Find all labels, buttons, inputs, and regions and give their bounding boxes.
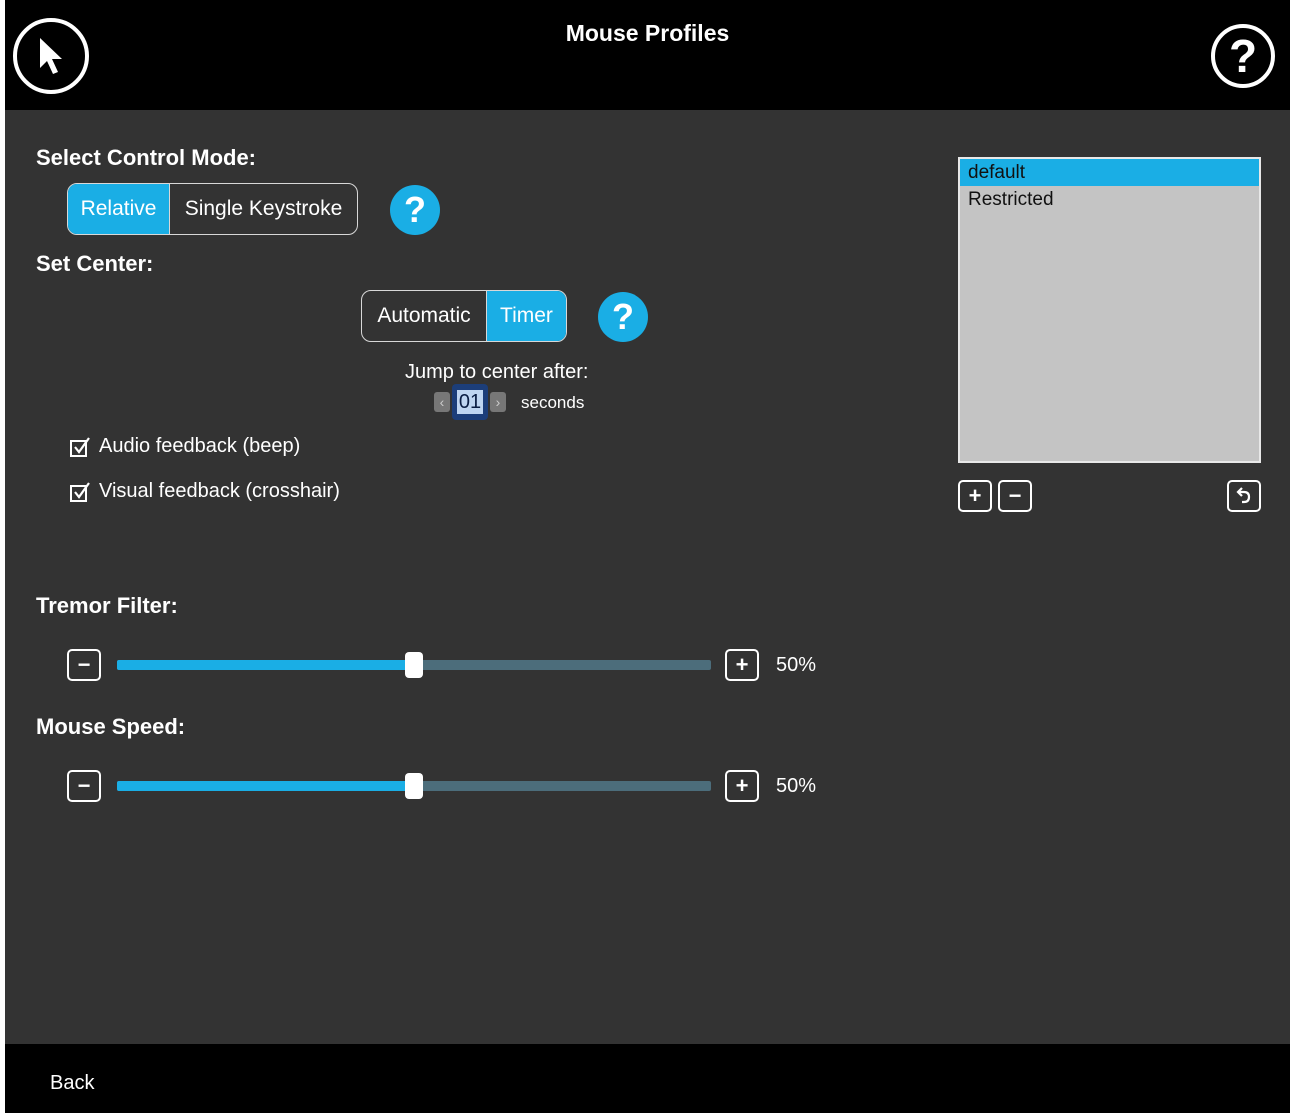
tremor-increase-button[interactable]: + (725, 649, 759, 681)
speed-increase-button[interactable]: + (725, 770, 759, 802)
profile-list[interactable]: default Restricted (958, 157, 1261, 463)
tremor-decrease-button[interactable]: − (67, 649, 101, 681)
segment-single-keystroke[interactable]: Single Keystroke (169, 184, 357, 234)
stepper-value-field[interactable]: 01 (452, 384, 488, 420)
set-center-help-icon[interactable]: ? (598, 292, 648, 342)
stepper-value-text: 01 (456, 390, 484, 414)
page-title: Mouse Profiles (565, 20, 730, 46)
profile-item-restricted[interactable]: Restricted (960, 186, 1259, 213)
header-bar: Mouse Profiles ? (5, 0, 1290, 110)
segment-automatic[interactable]: Automatic (362, 291, 486, 341)
set-center-label: Set Center: (36, 251, 154, 276)
speed-slider-thumb[interactable] (405, 773, 423, 799)
audio-feedback-checkbox[interactable]: Audio feedback (beep) (69, 435, 300, 458)
footer-bar: Back (5, 1044, 1290, 1113)
tremor-filter-slider[interactable] (117, 652, 711, 678)
checkbox-checked-icon (70, 436, 90, 457)
control-mode-label: Select Control Mode: (36, 145, 257, 170)
control-mode-segmented: Relative Single Keystroke (67, 183, 358, 235)
seconds-unit-label: seconds (521, 393, 585, 412)
speed-decrease-button[interactable]: − (67, 770, 101, 802)
mouse-speed-label: Mouse Speed: (36, 714, 186, 739)
visual-feedback-label: Visual feedback (crosshair) (99, 480, 340, 502)
stepper-increment-button[interactable]: › (490, 392, 506, 412)
tremor-filter-value: 50% (776, 654, 817, 676)
mouse-speed-value: 50% (776, 775, 817, 797)
jump-to-center-label: Jump to center after: (405, 361, 589, 383)
tremor-filter-label: Tremor Filter: (36, 593, 178, 618)
stepper-decrement-button[interactable]: ‹ (434, 392, 450, 412)
tremor-slider-thumb[interactable] (405, 652, 423, 678)
add-profile-button[interactable]: + (958, 480, 992, 512)
speed-slider-fill (117, 781, 414, 791)
back-button[interactable]: Back (50, 1072, 94, 1095)
mouse-profiles-window: Mouse Profiles ? Select Control Mode: Re… (5, 0, 1290, 1113)
segment-relative[interactable]: Relative (68, 184, 169, 234)
audio-feedback-label: Audio feedback (beep) (99, 435, 301, 457)
visual-feedback-checkbox[interactable]: Visual feedback (crosshair) (69, 480, 340, 503)
control-mode-help-icon[interactable]: ? (390, 185, 440, 235)
segment-timer[interactable]: Timer (486, 291, 566, 341)
help-circle-icon[interactable]: ? (1211, 24, 1275, 88)
tremor-slider-fill (117, 660, 414, 670)
undo-icon[interactable] (1227, 480, 1261, 512)
profile-item-default[interactable]: default (960, 159, 1259, 186)
set-center-segmented: Automatic Timer (361, 290, 567, 342)
seconds-stepper: ‹ 01 › (434, 384, 506, 420)
remove-profile-button[interactable]: − (998, 480, 1032, 512)
checkbox-checked-icon (70, 481, 90, 502)
mouse-speed-slider[interactable] (117, 773, 711, 799)
